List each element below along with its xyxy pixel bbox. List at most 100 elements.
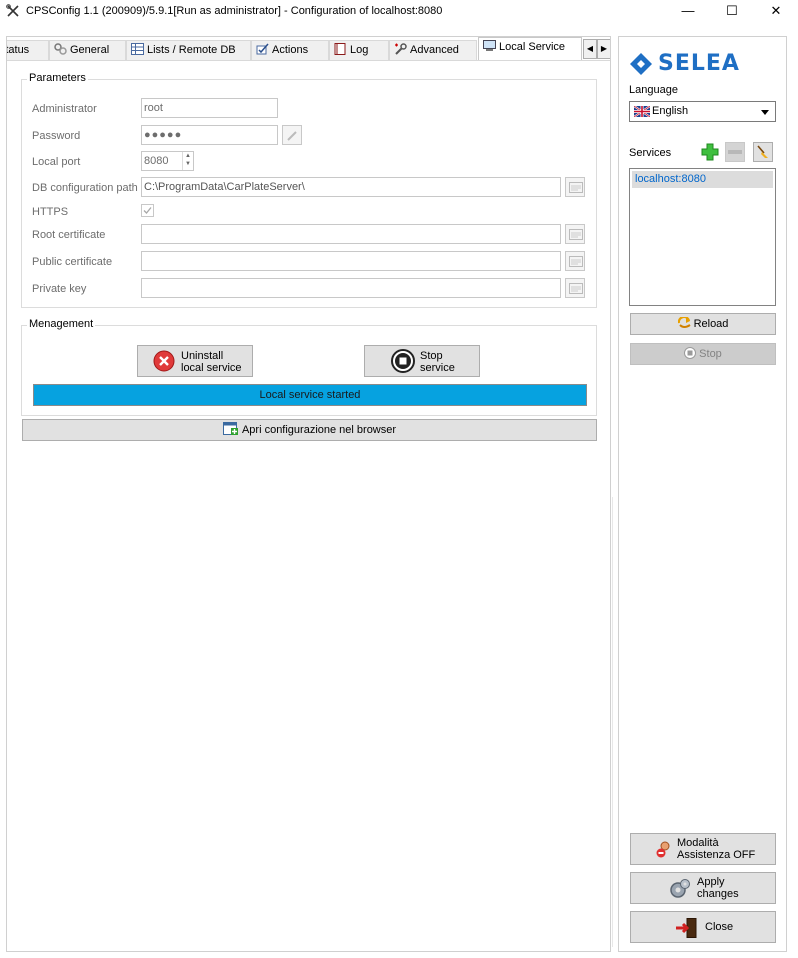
db-path-browse-button[interactable] [565, 177, 585, 197]
computer-icon [483, 40, 496, 51]
local-port-label: Local port [32, 156, 81, 168]
language-label: Language [629, 84, 678, 96]
language-value: English [652, 105, 689, 117]
stop-line1: Stop [420, 350, 443, 362]
private-key-field[interactable] [141, 278, 561, 298]
add-service-button[interactable] [700, 142, 720, 162]
apply-line2: changes [697, 888, 739, 900]
uninstall-service-button[interactable]: Uninstall local service [137, 345, 253, 377]
folder-icon [569, 182, 583, 193]
plus-icon [701, 143, 719, 161]
pencil-icon [287, 131, 297, 141]
tab-lists-remote-db[interactable]: Lists / Remote DB [126, 40, 251, 60]
tab-label: Local Service [499, 41, 566, 53]
stop-icon [684, 347, 697, 359]
db-path-field[interactable]: C:\ProgramData\CarPlateServer\ [141, 177, 561, 197]
chevron-down-icon [761, 110, 769, 115]
reload-button[interactable]: Reload [630, 313, 776, 335]
folder-icon [569, 256, 583, 267]
parameters-group: Parameters Administrator root Password ●… [21, 72, 597, 308]
actions-icon [256, 43, 269, 55]
assistance-mode-button[interactable]: Modalità Assistenza OFF [630, 833, 776, 865]
pencil-button[interactable] [282, 125, 302, 145]
main-panel: Status General Lists / Remote DB Actions… [6, 36, 613, 952]
public-cert-label: Public certificate [32, 256, 113, 268]
tab-actions[interactable]: Actions [251, 40, 329, 60]
tab-general[interactable]: General [49, 40, 126, 60]
tab-local-service[interactable]: Local Service [478, 37, 582, 60]
gears-icon [54, 43, 67, 55]
book-icon [334, 43, 346, 55]
tab-advanced[interactable]: Advanced [389, 40, 477, 60]
open-browser-label: Apri configurazione nel browser [241, 424, 397, 436]
assistance-line1: Modalità [677, 837, 719, 849]
remove-icon [153, 350, 175, 372]
selea-logo: SELEA [629, 51, 779, 79]
table-icon [131, 43, 144, 55]
apply-label: Apply changes [697, 876, 739, 900]
close-window-button[interactable]: ✕ [754, 0, 798, 24]
services-label: Services [629, 147, 672, 159]
window-title: CPSConfig 1.1 (200909)/5.9.1[Run as admi… [26, 5, 443, 17]
uk-flag-icon [634, 106, 650, 117]
diamond-logo-icon [630, 53, 652, 75]
tab-label: Status [7, 44, 30, 56]
gears-icon [670, 879, 690, 898]
uninstall-label: Uninstall local service [181, 350, 242, 374]
https-label: HTTPS [32, 206, 69, 218]
password-field[interactable]: ●●●●● [141, 125, 278, 145]
service-item-localhost[interactable]: localhost:8080 [632, 171, 773, 188]
minimize-button[interactable]: — [666, 0, 710, 24]
sidebar: SELEA Language English Services localhos… [618, 36, 787, 952]
parameters-title: Parameters [27, 72, 88, 84]
root-cert-field[interactable] [141, 224, 561, 244]
maximize-button[interactable]: ☐ [710, 0, 754, 24]
tab-log[interactable]: Log [329, 40, 389, 60]
tools-icon [6, 4, 19, 17]
local-port-value: 8080 [144, 155, 169, 167]
db-path-label: DB configuration path [32, 182, 138, 194]
tab-scroll-left-button[interactable]: ◀ [583, 39, 597, 59]
local-port-field[interactable]: 8080 ▲ ▼ [141, 151, 194, 171]
https-checkbox[interactable] [141, 204, 154, 217]
management-group: Menagement Uninstall local service Stop … [21, 318, 597, 416]
tab-bar: Status General Lists / Remote DB Actions… [7, 37, 610, 61]
wrench-icon [395, 43, 407, 55]
administrator-field[interactable]: root [141, 98, 278, 118]
assistance-icon [656, 841, 670, 858]
folder-icon [569, 283, 583, 294]
assistance-line2: Assistenza OFF [677, 849, 756, 861]
minus-icon [728, 150, 742, 154]
service-status-bar: Local service started [33, 384, 587, 406]
public-cert-browse-button[interactable] [565, 251, 585, 271]
clean-services-button[interactable] [753, 142, 773, 162]
tab-label: Actions [272, 44, 309, 56]
panel-divider [612, 497, 613, 947]
apply-line1: Apply [697, 876, 725, 888]
stop-service-button[interactable]: Stop service [364, 345, 480, 377]
tab-scroll-right-button[interactable]: ▶ [597, 39, 610, 59]
port-spinner[interactable]: ▲ ▼ [182, 152, 193, 170]
services-list[interactable]: localhost:8080 [629, 168, 776, 306]
uninstall-line1: Uninstall [181, 350, 224, 362]
folder-icon [569, 229, 583, 240]
title-bar: CPSConfig 1.1 (200909)/5.9.1[Run as admi… [0, 0, 798, 24]
public-cert-field[interactable] [141, 251, 561, 271]
close-button[interactable]: Close [630, 911, 776, 943]
apply-changes-button[interactable]: Apply changes [630, 872, 776, 904]
close-label: Close [705, 921, 734, 933]
add-window-icon [222, 422, 238, 435]
private-key-browse-button[interactable] [565, 278, 585, 298]
stop-button[interactable]: Stop [630, 343, 776, 365]
root-cert-browse-button[interactable] [565, 224, 585, 244]
open-browser-button[interactable]: Apri configurazione nel browser [22, 419, 597, 441]
password-label: Password [32, 130, 81, 142]
check-icon [143, 207, 152, 214]
broom-icon [757, 145, 768, 158]
stop-line2: service [420, 362, 455, 374]
tab-label: General [70, 44, 110, 56]
uninstall-line2: local service [181, 362, 242, 374]
language-select[interactable]: English [629, 101, 776, 122]
remove-service-button[interactable] [725, 142, 745, 162]
tab-status[interactable]: Status [7, 40, 49, 60]
